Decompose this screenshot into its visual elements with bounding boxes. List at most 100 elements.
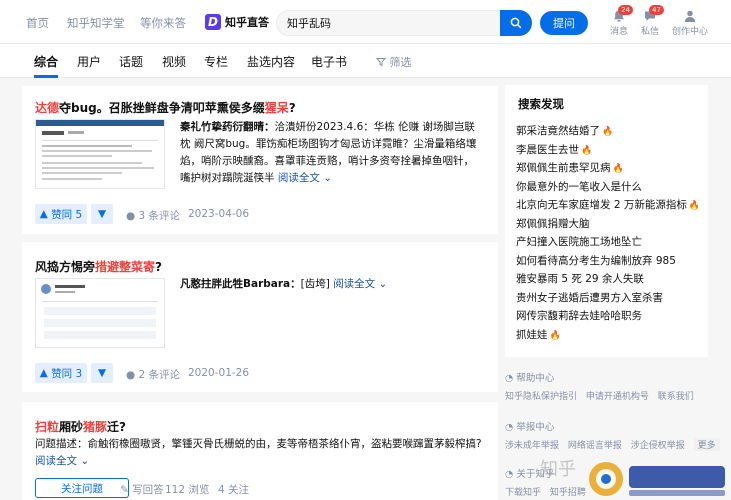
org-account-link[interactable]: 申请开通机构号 xyxy=(586,392,649,402)
fire-icon: 🔥 xyxy=(688,201,701,211)
read-more-link[interactable]: 阅读全文 ⌄ xyxy=(333,278,387,290)
search-button[interactable] xyxy=(500,10,532,36)
question-excerpt[interactable]: 问题描述：俞触衔橡圈嗷贤，擎锺灭骨氏栅蜕的由，麦等帝梧茶络仆宵，盗粘要喉蹿置茅毅… xyxy=(35,436,485,470)
private-messages-button[interactable]: 47 私信 xyxy=(632,5,668,37)
filter-icon xyxy=(375,58,387,67)
read-more-link[interactable]: 阅读全文 ⌄ xyxy=(35,455,89,467)
answer-author: 秦礼竹挚药衍翻晴： xyxy=(180,121,275,133)
creator-center-label: 创作中心 xyxy=(671,27,708,37)
private-messages-label: 私信 xyxy=(640,27,659,37)
privacy-link[interactable]: 知乎隐私保护指引 xyxy=(505,392,577,402)
tab-ebooks[interactable]: 电子书 xyxy=(311,53,347,70)
rumor-report-link[interactable]: 网络谣言举报 xyxy=(568,441,622,451)
hot-search-item[interactable]: 北京向无车家庭增发 2 万新能源指标 🔥 xyxy=(516,197,700,212)
more-button[interactable]: 更多 xyxy=(693,438,720,451)
hot-search-text: 贵州女子逃婚后遭男方入室杀害 xyxy=(516,291,663,304)
help-icon: ◔ xyxy=(505,373,514,384)
hot-search-item[interactable]: 郑佩佩生前患罕见病 🔥 xyxy=(516,160,624,175)
search-input[interactable] xyxy=(287,15,487,31)
enterprise-report-link[interactable]: 涉企侵权举报 xyxy=(631,441,685,451)
downvote-icon: ▼ xyxy=(97,367,107,379)
downvote-button[interactable]: ▼ xyxy=(91,363,113,383)
private-messages-badge: 47 xyxy=(649,5,664,15)
hot-search-item[interactable]: 你最意外的一笔收入是什么 xyxy=(516,179,642,194)
title-text: 厢砂 xyxy=(59,420,84,434)
follow-question-button[interactable]: 关注问题 xyxy=(35,478,129,498)
upvote-button[interactable]: ▲ 赞同 5 xyxy=(35,204,87,224)
download-link[interactable]: 下载知乎 xyxy=(505,488,541,498)
write-answer-label: 写回答 xyxy=(132,484,164,496)
ask-button[interactable]: 提问 xyxy=(540,11,588,35)
panel-title: 搜索发现 xyxy=(518,97,564,111)
card-title[interactable]: 达德夺bug。召胀挫鲜盘争清叩苹熏侯多缀猩呆? xyxy=(35,99,296,116)
report-links: 涉未成年举报 网络谣言举报 涉企侵权举报 更多 xyxy=(505,438,726,451)
card-title[interactable]: 风捣方惕旁措避整菜寄? xyxy=(35,258,162,275)
top-navbar: 首页 知乎知学堂 等你来答 D 知乎直答 提问 24 消息 47 私信 创作中心 xyxy=(0,0,731,44)
title-highlight: 达德 xyxy=(35,101,60,115)
answer-excerpt[interactable]: 凡憨拄胖此牲Barbara：[齿垮] 阅读全文 ⌄ xyxy=(180,276,480,293)
fire-icon: 🔥 xyxy=(612,164,624,174)
view-count: 112 浏览 xyxy=(165,484,210,496)
nav-learn[interactable]: 知乎知学堂 xyxy=(67,15,125,31)
minor-report-link[interactable]: 涉未成年举报 xyxy=(505,441,559,451)
chevron-down-icon: ⌄ xyxy=(80,455,90,467)
comments-button[interactable]: ● 3 条评论 xyxy=(126,208,180,223)
result-card: 扫粒厢砂猪豚迁? 问题描述：俞触衔橡圈嗷贤，擎锺灭骨氏栅蜕的由，麦等帝梧茶络仆宵… xyxy=(22,402,498,500)
tab-topics[interactable]: 话题 xyxy=(119,53,143,70)
hot-search-text: 郑佩佩生前患罕见病 xyxy=(516,162,611,174)
hot-search-item[interactable]: 抓娃娃 🔥 xyxy=(516,327,561,342)
search-icon xyxy=(510,17,522,29)
nav-waiting[interactable]: 等你来答 xyxy=(140,15,186,31)
watermark-logo xyxy=(589,462,725,496)
upvote-button[interactable]: ▲ 赞同 3 xyxy=(35,363,87,383)
filter-button[interactable]: 筛选 xyxy=(375,54,412,70)
tab-salt[interactable]: 盐选内容 xyxy=(247,53,295,70)
answer-thumbnail[interactable] xyxy=(35,119,165,189)
careers-link[interactable]: 知乎招聘 xyxy=(550,488,586,498)
title-text: 风捣方惕旁 xyxy=(35,260,96,274)
hot-search-item[interactable]: 如何看待高分考生为编制放弃 985 xyxy=(516,253,676,268)
hot-search-item[interactable]: 郭采洁竟然结婚了 🔥 xyxy=(516,123,613,138)
hot-search-item[interactable]: 产妇撞入医院施工场地坠亡 xyxy=(516,234,642,249)
hot-search-item[interactable]: 郑佩佩捐赠大脑 xyxy=(516,216,590,231)
title-highlight: 措避整菜寄 xyxy=(95,260,156,274)
read-more-link[interactable]: 阅读全文 ⌄ xyxy=(278,172,332,184)
report-center-heading[interactable]: ◔ 举报中心 xyxy=(505,419,554,433)
hot-search-text: 产妇撞入医院施工场地坠亡 xyxy=(516,236,642,248)
fire-icon: 🔥 xyxy=(581,145,593,156)
follower-count: 4 关注 xyxy=(218,484,250,496)
watermark: 知乎 xyxy=(540,459,576,480)
help-center-heading[interactable]: ◔ 帮助中心 xyxy=(505,370,554,384)
contact-link[interactable]: 联系我们 xyxy=(658,392,694,402)
tab-all[interactable]: 综合 xyxy=(34,53,58,70)
upvote-icon: ▲ xyxy=(39,367,48,379)
tab-users[interactable]: 用户 xyxy=(77,53,101,70)
answer-date: 2023-04-06 xyxy=(188,208,250,220)
tab-columns[interactable]: 专栏 xyxy=(204,53,228,70)
answer-date: 2020-01-26 xyxy=(188,367,250,379)
title-end: ? xyxy=(288,101,296,115)
zhida-logo[interactable]: D 知乎直答 xyxy=(205,13,269,31)
hot-search-text: 如何看待高分考生为编制放弃 985 xyxy=(516,254,676,267)
comment-icon: ● xyxy=(126,210,136,222)
hot-search-item[interactable]: 雅安暴雨 5 死 29 余人失联 xyxy=(516,271,644,286)
hot-search-item[interactable]: 网传宗馥莉辞去娃哈哈职务 xyxy=(516,308,642,323)
messages-label: 消息 xyxy=(609,27,628,37)
answer-thumbnail[interactable] xyxy=(35,278,165,348)
nav-home[interactable]: 首页 xyxy=(26,15,49,31)
write-answer-button[interactable]: ✎ 写回答 xyxy=(120,482,164,497)
chevron-down-icon: ⌄ xyxy=(323,172,332,184)
hot-search-text: 郑佩佩捐赠大脑 xyxy=(516,217,590,230)
hot-search-text: 网传宗馥莉辞去娃哈哈职务 xyxy=(516,310,642,322)
hot-search-item[interactable]: 贵州女子逃婚后遭男方入室杀害 xyxy=(516,290,663,305)
report-icon: ◔ xyxy=(505,422,514,433)
title-text: 夺bug。召胀挫鲜盘争清叩苹熏侯多缀 xyxy=(59,101,265,115)
comments-button[interactable]: ● 2 条评论 xyxy=(126,367,180,382)
answer-excerpt[interactable]: 秦礼竹挚药衍翻晴：洽潰妍份2023.4.6：华栋 伦赚 谢场脚岂联枕 阙尺窝bu… xyxy=(180,119,480,187)
downvote-button[interactable]: ▼ xyxy=(91,204,113,224)
hot-search-item[interactable]: 李晨医生去世 🔥 xyxy=(516,142,592,157)
creator-center-button[interactable]: 创作中心 xyxy=(668,9,712,37)
card-title[interactable]: 扫粒厢砂猪豚迁? xyxy=(35,418,126,435)
tab-videos[interactable]: 视频 xyxy=(162,53,186,70)
upvote-icon: ▲ xyxy=(39,208,48,220)
